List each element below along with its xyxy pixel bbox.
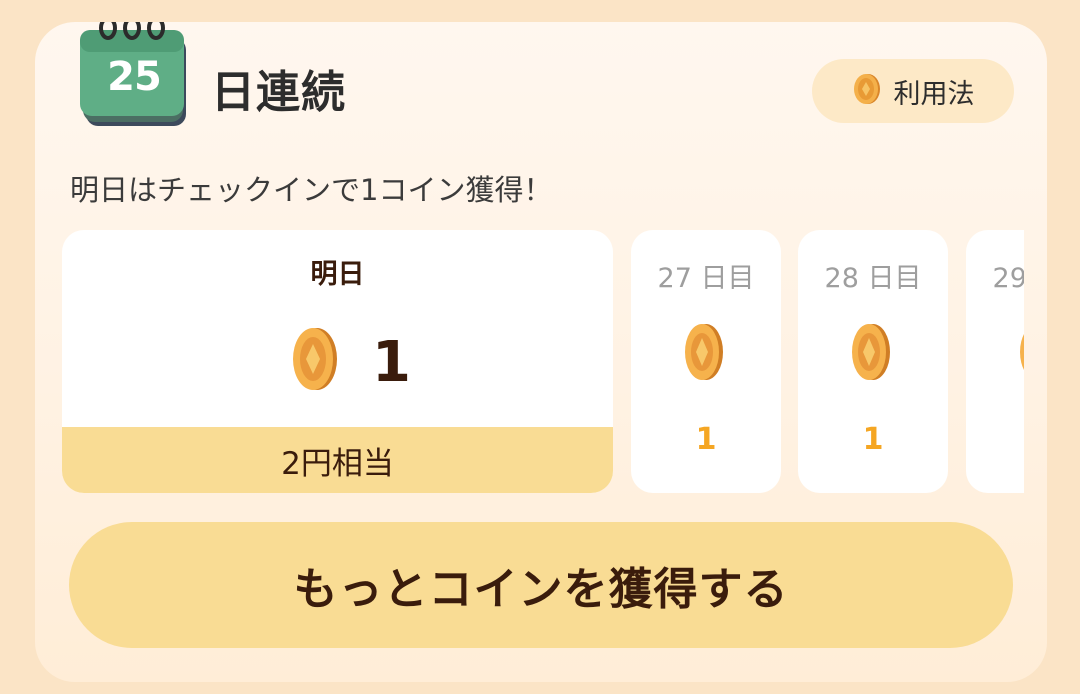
tomorrow-card: 明日 1 2円相当: [62, 230, 613, 493]
tomorrow-value-note: 2円相当: [62, 427, 613, 493]
day-card: 28 日目 1: [798, 230, 948, 493]
day-coin-amount: 1: [695, 422, 717, 457]
coin-icon: [852, 73, 882, 109]
tomorrow-label: 明日: [310, 259, 365, 290]
calendar-icon: 25: [80, 22, 192, 132]
earn-more-coins-button[interactable]: もっとコインを獲得する: [69, 522, 1013, 648]
coin-icon: [849, 322, 891, 386]
day-coin-amount: 1: [862, 422, 884, 457]
day-label: 29 日目: [992, 263, 1024, 294]
day-coin-amount: 1: [966, 422, 1024, 457]
tomorrow-reward-message: 明日はチェックインで1コイン獲得！: [70, 173, 553, 207]
day-card: 29 日目 1: [966, 230, 1024, 493]
coin-icon: [1017, 322, 1024, 386]
day-card: 27 日目 1: [631, 230, 781, 493]
calendar-day-number: 25: [107, 54, 162, 100]
howto-label: 利用法: [893, 78, 975, 110]
tomorrow-coin-amount: 1: [372, 330, 411, 395]
coin-icon: [682, 322, 724, 386]
day-label: 27 日目: [657, 263, 755, 294]
checkin-card: 25 日連続 利用法 明日はチェックインで1コイン獲得！ 明日 1 2円相当 2…: [35, 22, 1047, 682]
howto-button[interactable]: 利用法: [812, 59, 1014, 123]
streak-title: 日連続: [211, 67, 346, 118]
coin-icon: [290, 326, 338, 396]
day-reward-strip[interactable]: 明日 1 2円相当 27 日目 1 28 日目 1 29: [62, 230, 1024, 495]
day-label: 28 日目: [824, 263, 922, 294]
